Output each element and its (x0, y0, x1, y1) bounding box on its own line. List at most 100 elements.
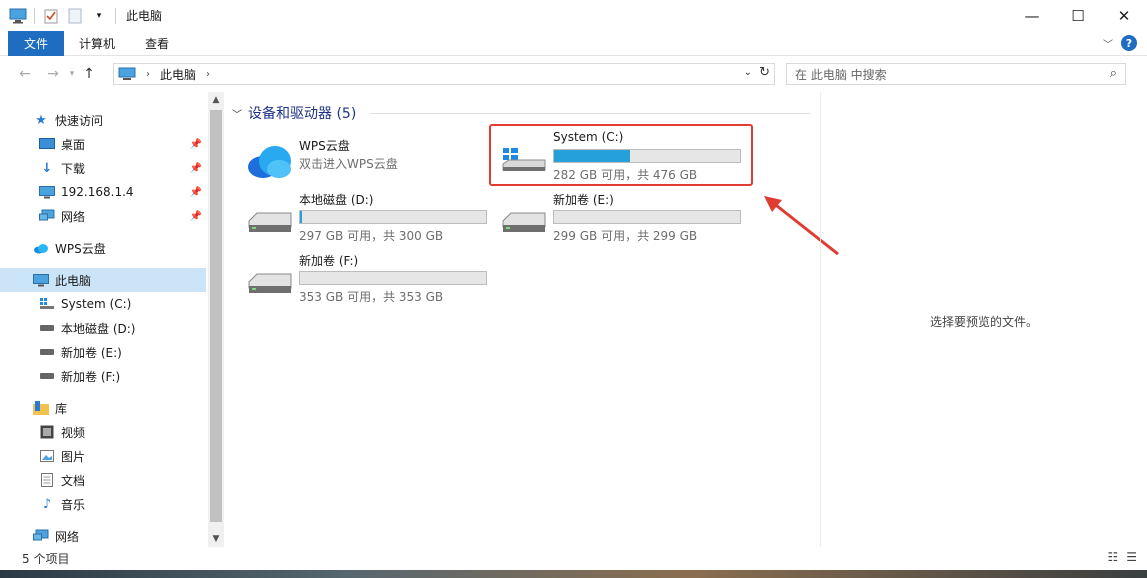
properties-icon[interactable] (41, 6, 61, 26)
nav-music[interactable]: ♪ 音乐 (0, 492, 206, 516)
nav-downloads[interactable]: ↓ 下载 📌 (0, 156, 206, 180)
hard-drive-icon (501, 195, 547, 235)
separator (115, 7, 116, 24)
document-icon (39, 472, 55, 488)
computer-icon (39, 184, 55, 200)
computer-icon (33, 272, 49, 288)
ribbon-tabs: 文件 计算机 查看 ﹀ ? (0, 30, 1147, 56)
nav-label: 此电脑 (55, 273, 92, 288)
nav-drive-d[interactable]: 本地磁盘 (D:) (0, 316, 206, 340)
download-arrow-icon: ↓ (41, 160, 53, 176)
drive-tile-e[interactable]: 新加卷 (E:) 299 GB 可用，共 299 GB (501, 187, 751, 243)
pin-icon[interactable]: 📌 (190, 211, 202, 222)
nav-scrollbar[interactable]: ▲ ▼ (208, 92, 224, 547)
help-icon[interactable]: ? (1121, 35, 1137, 51)
tile-name: 新加卷 (F:) (299, 254, 359, 268)
nav-label: 库 (55, 401, 68, 416)
cloud-icon (33, 240, 49, 256)
separator (34, 7, 35, 24)
annotation-arrow-icon (764, 196, 839, 256)
nav-label: System (C:) (61, 297, 132, 311)
chevron-right-icon[interactable]: › (146, 69, 150, 80)
desktop-icon (39, 136, 55, 152)
nav-label: 下载 (61, 161, 86, 176)
maximize-button[interactable]: ☐ (1055, 0, 1101, 31)
pin-icon[interactable]: 📌 (190, 139, 202, 150)
usage-bar-fill (300, 211, 302, 223)
breadcrumb-this-pc[interactable]: 此电脑 (160, 66, 196, 83)
recent-locations-icon[interactable]: ▾ (66, 63, 78, 85)
search-icon[interactable]: ⌕ (1110, 66, 1117, 81)
usage-bar (553, 210, 741, 224)
network-icon (39, 208, 55, 224)
expand-ribbon-icon[interactable]: ﹀ (1103, 36, 1113, 51)
nav-library[interactable]: 库 (0, 396, 206, 420)
title-bar: ▾ 此电脑 — ☐ ✕ (0, 0, 1147, 31)
tile-subtitle: 353 GB 可用，共 353 GB (299, 290, 444, 304)
close-button[interactable]: ✕ (1101, 0, 1147, 31)
tile-subtitle: 299 GB 可用，共 299 GB (553, 229, 698, 243)
tiles-view-icon[interactable]: ☰ (1126, 550, 1137, 564)
collapse-chevron-icon[interactable]: ﹀ (232, 106, 242, 121)
nav-pictures[interactable]: 图片 (0, 444, 206, 468)
computer-icon (118, 67, 136, 80)
hard-drive-icon (247, 195, 293, 235)
nav-drive-c[interactable]: System (C:) (0, 292, 206, 316)
chevron-right-icon[interactable]: › (206, 69, 210, 80)
tab-view[interactable]: 查看 (130, 31, 184, 56)
music-note-icon: ♪ (42, 496, 52, 512)
network-icon (33, 528, 49, 544)
back-arrow-icon[interactable]: ← (14, 63, 36, 85)
nav-label: 图片 (61, 449, 86, 464)
nav-drive-f[interactable]: 新加卷 (F:) (0, 364, 206, 388)
nav-label: 新加卷 (F:) (61, 369, 121, 384)
nav-label: 新加卷 (E:) (61, 345, 122, 360)
scroll-down-arrow-icon[interactable]: ▼ (208, 531, 224, 547)
wps-cloud-tile[interactable]: WPS云盘 双击进入WPS云盘 (247, 133, 497, 189)
nav-videos[interactable]: 视频 (0, 420, 206, 444)
nav-quick-access[interactable]: ★ 快速访问 (0, 108, 206, 132)
nav-network[interactable]: 网络 (0, 524, 206, 548)
usage-bar (299, 271, 487, 285)
hard-drive-icon (39, 344, 55, 360)
drive-tile-f[interactable]: 新加卷 (F:) 353 GB 可用，共 353 GB (247, 248, 497, 304)
drive-tile-d[interactable]: 本地磁盘 (D:) 297 GB 可用，共 300 GB (247, 187, 497, 243)
address-bar[interactable]: › 此电脑 › ⌄ ↻ (113, 63, 775, 85)
nav-drive-e[interactable]: 新加卷 (E:) (0, 340, 206, 364)
nav-wps-cloud[interactable]: WPS云盘 (0, 236, 206, 260)
search-input[interactable]: 在 此电脑 中搜索 ⌕ (786, 63, 1126, 85)
nav-label: 桌面 (61, 137, 86, 152)
preview-pane-message: 选择要预览的文件。 (929, 315, 1038, 329)
minimize-button[interactable]: — (1009, 0, 1055, 31)
nav-this-pc[interactable]: 此电脑 (0, 268, 206, 292)
picture-icon (39, 448, 55, 464)
nav-label: 本地磁盘 (D:) (61, 321, 136, 336)
pin-icon[interactable]: 📌 (190, 163, 202, 174)
group-divider (370, 113, 810, 114)
pin-icon[interactable]: 📌 (190, 187, 202, 198)
search-placeholder: 在 此电脑 中搜索 (795, 67, 887, 82)
devices-group-header[interactable]: ﹀ 设备和驱动器 (5) (232, 103, 356, 123)
nav-network-location[interactable]: 192.168.1.4 📌 (0, 180, 206, 204)
window-title: 此电脑 (126, 9, 163, 23)
nav-network-pinned[interactable]: 网络 📌 (0, 204, 206, 228)
forward-arrow-icon[interactable]: → (42, 63, 64, 85)
refresh-icon[interactable]: ↻ (759, 65, 770, 80)
tile-subtitle: 297 GB 可用，共 300 GB (299, 229, 444, 243)
library-icon (33, 400, 49, 416)
scroll-up-arrow-icon[interactable]: ▲ (208, 92, 224, 108)
navigation-pane: ★ 快速访问 桌面 📌 ↓ 下载 📌 192.168.1.4 📌 网络 📌 WP… (0, 92, 208, 547)
tab-file[interactable]: 文件 (8, 30, 65, 56)
nav-label: 文档 (61, 473, 86, 488)
new-folder-icon[interactable] (65, 6, 85, 26)
nav-documents[interactable]: 文档 (0, 468, 206, 492)
scroll-thumb[interactable] (210, 110, 222, 522)
star-icon: ★ (35, 112, 47, 128)
item-count: 5 个项目 (22, 552, 70, 566)
chevron-down-icon[interactable]: ⌄ (744, 67, 752, 78)
tab-computer[interactable]: 计算机 (64, 31, 130, 56)
up-arrow-icon[interactable]: ↑ (78, 63, 100, 85)
nav-desktop[interactable]: 桌面 📌 (0, 132, 206, 156)
customize-dropdown-icon[interactable]: ▾ (89, 6, 109, 26)
details-view-icon[interactable]: ☷ (1107, 550, 1118, 564)
